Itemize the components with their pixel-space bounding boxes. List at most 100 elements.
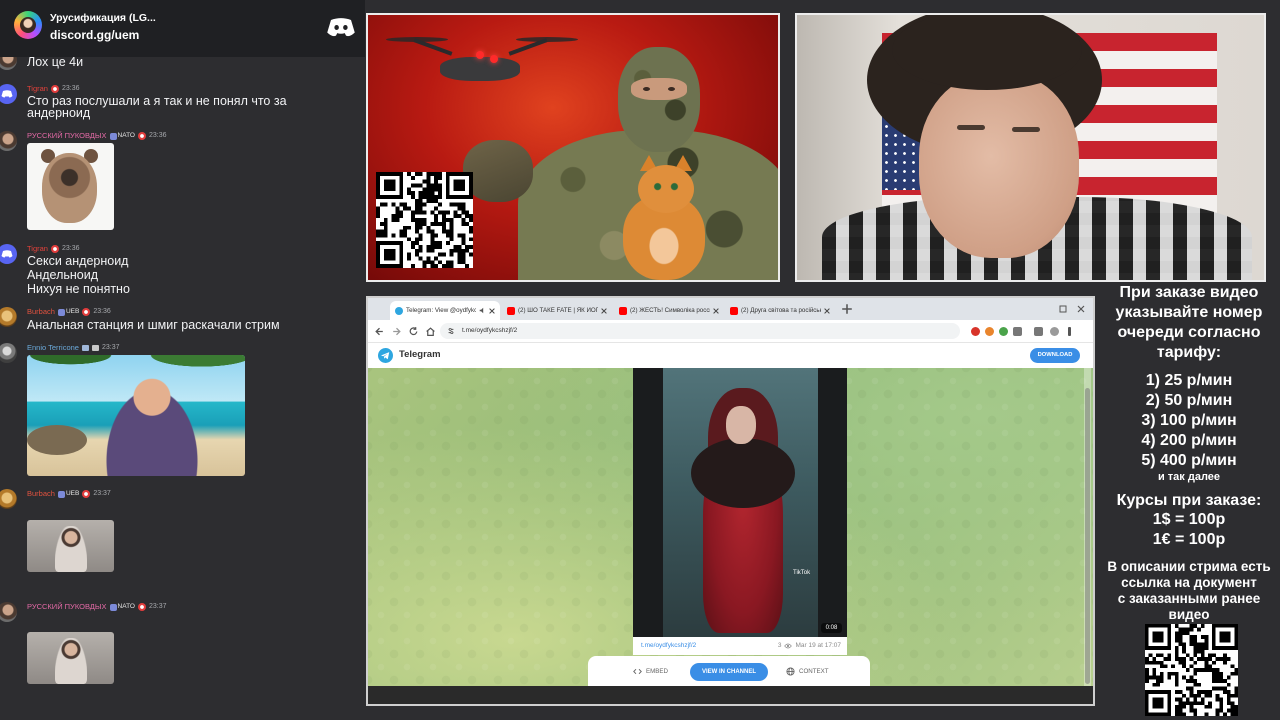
order-instruction-line: При заказе видео (1119, 284, 1259, 301)
site-info-icon[interactable] (447, 327, 455, 335)
message-text: андерноид (27, 106, 91, 120)
eye-icon (784, 643, 793, 649)
forward-icon[interactable] (391, 326, 402, 337)
home-icon[interactable] (425, 326, 436, 337)
tag-label: NATO (117, 603, 135, 610)
qr-module (410, 195, 415, 199)
attached-image[interactable] (27, 632, 114, 684)
qr-module (1211, 671, 1216, 676)
qr-module (376, 233, 380, 238)
context-button[interactable]: CONTEXT (786, 656, 829, 686)
qr-module (1197, 701, 1201, 706)
menu-icon[interactable] (1068, 327, 1071, 336)
tariff-item: 2) 50 р/мин (1145, 392, 1233, 409)
qr-module (438, 183, 443, 188)
partial-message: Лох це 4и (27, 55, 84, 69)
qr-code[interactable] (376, 172, 473, 268)
qr-module (1215, 657, 1220, 661)
qr-module (457, 244, 462, 249)
qr-module (418, 237, 423, 242)
address-bar[interactable]: t.me/oydfykcshzjf/2 (440, 323, 960, 339)
download-button[interactable]: DOWNLOAD (1030, 348, 1080, 363)
qr-module (1167, 675, 1172, 680)
tab-youtube-1[interactable]: (2) ШО ТАКЕ FATE | ЯК ЙОГО Д (502, 301, 612, 320)
close-window-icon[interactable] (1076, 304, 1086, 314)
video-player[interactable]: TikTok 0:08 (633, 368, 847, 637)
qr-module (1174, 682, 1179, 687)
qr-module (461, 241, 466, 246)
url-text: t.me/oydfykcshzjf/2 (462, 327, 518, 334)
sidebar-icon[interactable] (1034, 327, 1043, 336)
speaker-icon[interactable] (479, 307, 486, 314)
extensions-puzzle-icon[interactable] (1013, 327, 1022, 336)
post-link[interactable]: t.me/oydfykcshzjf/2 (641, 637, 696, 655)
qr-module (1215, 679, 1220, 683)
close-icon[interactable] (601, 307, 607, 314)
qr-module (430, 198, 435, 203)
reload-icon[interactable] (408, 326, 419, 337)
tab-youtube-3[interactable]: (2) Друга світова та російськ (725, 301, 835, 320)
qr-module (438, 260, 443, 265)
scrollbar[interactable] (1084, 368, 1091, 686)
attached-image[interactable] (27, 355, 245, 476)
image-detail (97, 375, 207, 476)
qr-module (430, 260, 435, 265)
qr-module (1185, 679, 1190, 683)
chat-message: Burbach UEB 23:37 (0, 489, 365, 572)
attached-image[interactable] (27, 143, 114, 230)
extension-icon[interactable] (985, 327, 994, 336)
qr-module (1178, 642, 1183, 647)
qr-module (1174, 679, 1179, 683)
qr-module (426, 225, 431, 230)
close-icon[interactable] (824, 307, 830, 314)
scrollbar-thumb[interactable] (1085, 388, 1090, 684)
qr-module (1174, 631, 1179, 636)
profile-avatar[interactable] (1050, 327, 1059, 336)
restore-window-icon[interactable] (1058, 304, 1068, 314)
qr-module (383, 218, 388, 222)
close-icon[interactable] (713, 307, 719, 314)
extension-icon[interactable] (999, 327, 1008, 336)
qr-module (434, 241, 439, 246)
qr-module (430, 172, 435, 176)
qr-module (1197, 668, 1201, 672)
qr-module (1200, 635, 1205, 639)
qr-module (449, 225, 454, 230)
qr-module (1215, 668, 1220, 672)
tab-youtube-2[interactable]: (2) ЖЕСТЬ! Символіка росси (614, 301, 724, 320)
qr-module (426, 187, 431, 192)
avatar (0, 343, 17, 363)
qr-module (438, 210, 443, 215)
qr-module (445, 229, 450, 234)
qr-module (1215, 708, 1220, 713)
qr-module (426, 172, 431, 176)
attached-image[interactable] (27, 520, 114, 572)
new-tab-icon[interactable] (841, 303, 853, 315)
telegram-brand[interactable]: Telegram (399, 349, 441, 360)
qr-module (383, 229, 388, 234)
extension-icon[interactable] (971, 327, 980, 336)
qr-module (426, 256, 431, 261)
qr-module (1152, 660, 1157, 665)
qr-module (410, 244, 415, 249)
qr-module (1193, 708, 1198, 713)
qr-module (414, 237, 419, 242)
tariff-item: 5) 400 р/мин (1141, 452, 1237, 469)
timestamp: 23:36 (61, 245, 80, 252)
qr-module (1200, 649, 1205, 654)
qr-module (430, 237, 435, 242)
qr-code[interactable] (1145, 624, 1238, 716)
qr-module (1189, 701, 1194, 706)
view-in-channel-button[interactable]: VIEW IN CHANNEL (690, 663, 768, 681)
qr-module (418, 225, 423, 230)
close-icon[interactable] (489, 307, 495, 314)
qr-module (1174, 697, 1179, 702)
qr-module (399, 214, 404, 219)
qr-module (434, 233, 439, 238)
embed-button[interactable]: EMBED (633, 656, 668, 686)
qr-module (445, 260, 450, 265)
image-detail (42, 153, 97, 223)
tab-telegram[interactable]: Telegram: View @oydfykcs (390, 301, 500, 320)
server-invite-link: discord.gg/uem (50, 28, 140, 42)
back-icon[interactable] (374, 326, 385, 337)
